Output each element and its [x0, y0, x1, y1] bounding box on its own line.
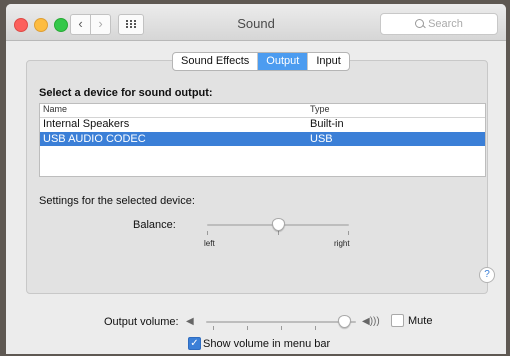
balance-tick	[207, 231, 208, 235]
volume-slider-knob[interactable]	[338, 315, 351, 328]
search-field[interactable]: Search	[380, 13, 498, 35]
sound-preferences-window: ‹ › Sound Search Sound Effects Output In…	[6, 4, 506, 354]
balance-tick	[348, 231, 349, 235]
show-volume-checkbox[interactable]: ✓	[188, 337, 201, 350]
minimize-button[interactable]	[34, 18, 48, 32]
balance-slider-knob[interactable]	[272, 218, 285, 231]
search-placeholder: Search	[428, 18, 463, 30]
speaker-low-icon: ◀	[186, 316, 194, 327]
title-bar: ‹ › Sound Search	[6, 4, 506, 41]
device-table[interactable]: Name Type Internal Speakers Built-in USB…	[39, 103, 486, 177]
zoom-button[interactable]	[54, 18, 68, 32]
mute-checkbox[interactable]	[391, 314, 404, 327]
volume-tick	[315, 326, 316, 330]
tab-input[interactable]: Input	[308, 53, 348, 70]
device-type: Built-in	[310, 118, 344, 130]
balance-right-label: right	[334, 239, 350, 248]
show-all-button[interactable]	[118, 14, 144, 35]
settings-label: Settings for the selected device:	[39, 195, 195, 207]
volume-tick	[247, 326, 248, 330]
tab-sound-effects[interactable]: Sound Effects	[173, 53, 259, 70]
mute-label: Mute	[408, 315, 433, 327]
tab-bar: Sound Effects Output Input	[172, 52, 350, 71]
output-volume-label: Output volume:	[104, 316, 179, 328]
volume-tick	[213, 326, 214, 330]
table-row[interactable]: Internal Speakers Built-in	[40, 117, 485, 131]
volume-tick	[281, 326, 282, 330]
window-title: Sound	[237, 16, 275, 31]
balance-label: Balance:	[133, 219, 176, 231]
column-header-type[interactable]: Type	[310, 104, 330, 114]
balance-left-label: left	[204, 239, 215, 248]
device-list-heading: Select a device for sound output:	[39, 87, 213, 99]
volume-slider-track[interactable]	[206, 321, 356, 323]
speaker-high-icon: ◀)))	[362, 316, 380, 327]
device-name: Internal Speakers	[43, 118, 130, 130]
help-button[interactable]: ?	[479, 267, 495, 283]
show-volume-label: Show volume in menu bar	[203, 338, 331, 350]
balance-tick	[278, 231, 279, 235]
column-header-name[interactable]: Name	[43, 104, 67, 114]
device-name: USB AUDIO CODEC	[43, 133, 146, 145]
back-button[interactable]: ‹	[70, 14, 91, 35]
table-header: Name Type	[40, 104, 485, 118]
close-button[interactable]	[14, 18, 28, 32]
forward-button[interactable]: ›	[90, 14, 111, 35]
tab-output[interactable]: Output	[258, 53, 309, 70]
grid-icon	[126, 20, 136, 28]
search-icon	[415, 19, 425, 28]
output-panel: Select a device for sound output: Name T…	[26, 60, 495, 294]
device-type: USB	[310, 133, 333, 145]
table-row-selected[interactable]: USB AUDIO CODEC USB	[40, 132, 485, 146]
